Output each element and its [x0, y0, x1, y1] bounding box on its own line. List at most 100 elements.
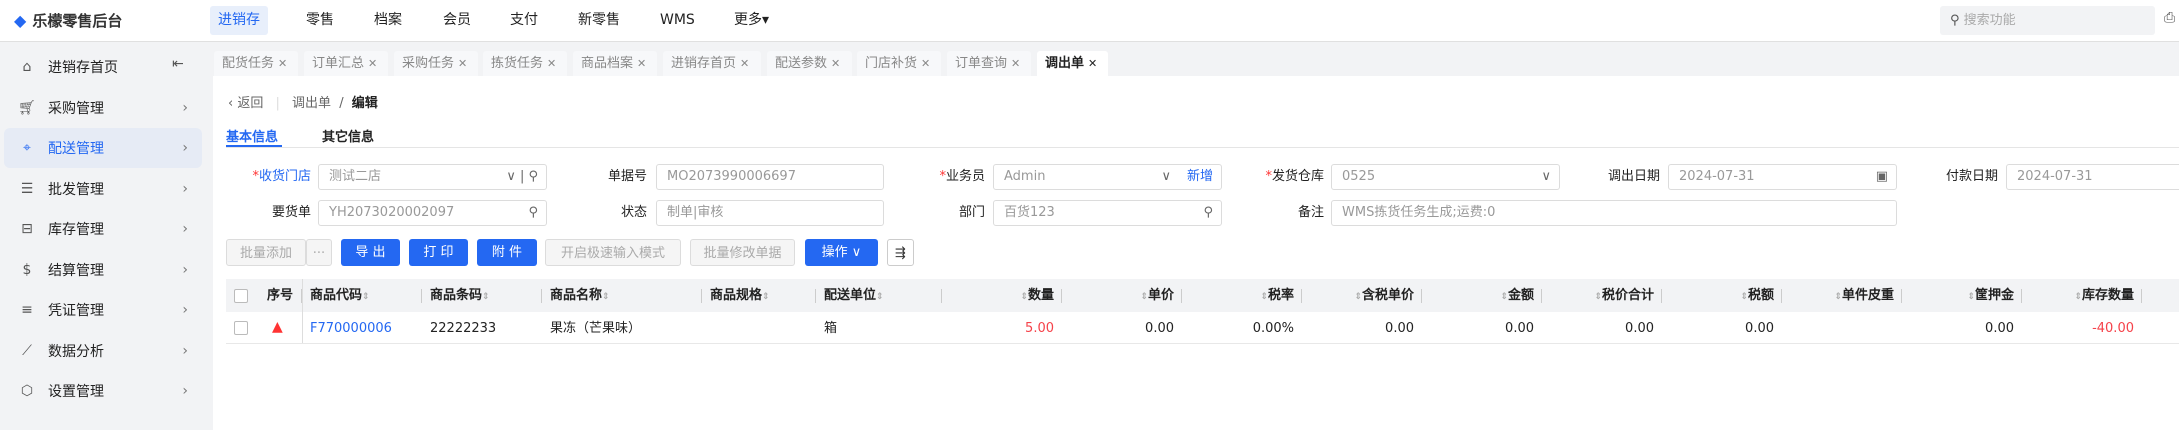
- column-header[interactable]: 配送单位⇕: [816, 280, 942, 311]
- subtab-other-info[interactable]: 其它信息: [322, 126, 374, 145]
- topnav-item[interactable]: 档案: [366, 6, 410, 35]
- close-icon[interactable]: ✕: [1011, 57, 1020, 70]
- close-icon[interactable]: ✕: [547, 57, 556, 70]
- column-header[interactable]: 商品条码⇕: [422, 280, 542, 311]
- close-icon[interactable]: ✕: [637, 57, 646, 70]
- topnav-item[interactable]: WMS: [652, 6, 703, 35]
- sidebar-item[interactable]: ☰ 批发管理 ›: [4, 169, 202, 209]
- close-icon[interactable]: ✕: [458, 57, 467, 70]
- close-icon[interactable]: ✕: [278, 57, 287, 70]
- topnav-item[interactable]: 会员: [435, 6, 479, 35]
- topnav-item[interactable]: 新零售: [570, 6, 628, 35]
- status-input[interactable]: 制单|审核: [656, 200, 884, 226]
- req_order-input[interactable]: YH2073020002097 ⚲: [318, 200, 547, 226]
- tab[interactable]: 拣货任务 ✕: [483, 51, 567, 76]
- column-header[interactable]: 商品代码⇕: [302, 280, 422, 311]
- close-icon[interactable]: ✕: [740, 57, 749, 70]
- batch-edit-button[interactable]: 批量修改单据: [690, 239, 795, 266]
- sort-icon[interactable]: ⇕: [1354, 292, 1362, 302]
- sort-icon[interactable]: ⇕: [876, 292, 884, 302]
- subtab-basic-info[interactable]: 基本信息: [226, 126, 278, 145]
- column-header[interactable]: ⇕金额: [1422, 280, 1542, 311]
- sidebar-item[interactable]: ≡ 凭证管理 ›: [4, 290, 202, 330]
- doc_no-input[interactable]: MO2073990006697: [656, 164, 884, 190]
- tab[interactable]: 进销存首页 ✕: [663, 51, 761, 76]
- sidebar-item[interactable]: ⬡ 设置管理 ›: [4, 371, 202, 411]
- print-button[interactable]: 打 印: [409, 239, 468, 266]
- column-header[interactable]: 序号: [258, 280, 302, 311]
- column-resizer[interactable]: [2141, 289, 2142, 303]
- chevron-down-icon[interactable]: ∨: [1161, 165, 1171, 189]
- sidebar-item[interactable]: ⌖ 配送管理 ›: [4, 128, 202, 168]
- tab[interactable]: 调出单 ✕: [1037, 51, 1108, 76]
- search-icon[interactable]: ∨ | ⚲: [506, 165, 538, 189]
- warning-icon[interactable]: ▲: [272, 319, 283, 335]
- row-checkbox[interactable]: [234, 321, 248, 335]
- sidebar-item[interactable]: ⌂ 进销存首页: [4, 47, 202, 87]
- column-header[interactable]: ⇕库存数量: [2022, 280, 2142, 311]
- close-icon[interactable]: ✕: [1088, 57, 1097, 70]
- app-logo[interactable]: ◆ 乐檬零售后台: [14, 10, 122, 31]
- tab[interactable]: 配送参数 ✕: [767, 51, 852, 76]
- sort-icon[interactable]: ⇕: [1967, 292, 1975, 302]
- column-header[interactable]: ⇕税价合计: [1542, 280, 1662, 311]
- search-icon[interactable]: ⚲: [1203, 201, 1213, 225]
- tab[interactable]: 配货任务 ✕: [214, 51, 298, 76]
- export-button[interactable]: 导 出: [341, 239, 400, 266]
- select-all-checkbox[interactable]: [234, 289, 248, 303]
- batch-add-button[interactable]: 批量添加: [226, 239, 306, 266]
- column-header[interactable]: ⇕筐押金: [1902, 280, 2022, 311]
- column-header[interactable]: ⇕单件皮重: [1782, 280, 1902, 311]
- sidebar-item[interactable]: ⊟ 库存管理 ›: [4, 209, 202, 249]
- more-button[interactable]: ···: [306, 239, 332, 266]
- sidebar-item[interactable]: $ 结算管理 ›: [4, 250, 202, 290]
- fast-input-button[interactable]: 开启极速输入模式: [545, 239, 681, 266]
- column-header[interactable]: ⇕数量: [942, 280, 1062, 311]
- sidebar-item[interactable]: 🛒︎ 采购管理 ›: [4, 88, 202, 128]
- calendar-icon[interactable]: ▣: [1876, 165, 1888, 189]
- table-cell[interactable]: F770000006: [302, 313, 422, 344]
- sort-icon[interactable]: ⇕: [1500, 292, 1508, 302]
- print-icon[interactable]: ⎙: [2164, 10, 2175, 26]
- back-link[interactable]: ‹ 返回: [228, 96, 263, 111]
- remark-input[interactable]: WMS拣货任务生成;运费:0: [1331, 200, 1897, 226]
- tab[interactable]: 订单查询 ✕: [947, 51, 1031, 76]
- column-header[interactable]: ⇕单价: [1062, 280, 1182, 311]
- close-icon[interactable]: ✕: [368, 57, 377, 70]
- tab[interactable]: 采购任务 ✕: [394, 51, 478, 76]
- topnav-item[interactable]: 更多▾: [726, 6, 777, 35]
- pay_date-input[interactable]: 2024-07-31: [2006, 164, 2179, 190]
- attach-button[interactable]: 附 件: [477, 239, 537, 266]
- column-settings-icon[interactable]: ⇶: [887, 239, 914, 266]
- tab[interactable]: 订单汇总 ✕: [304, 51, 388, 76]
- tab[interactable]: 商品档案 ✕: [573, 51, 657, 76]
- column-header[interactable]: 商品规格⇕: [702, 280, 816, 311]
- chevron-down-icon[interactable]: ∨: [1541, 165, 1551, 189]
- breadcrumb-parent[interactable]: 调出单: [292, 96, 331, 111]
- topnav-item[interactable]: 零售: [298, 6, 342, 35]
- close-icon[interactable]: ✕: [831, 57, 840, 70]
- tab[interactable]: 门店补货 ✕: [857, 51, 941, 76]
- topnav-item[interactable]: 进销存: [210, 6, 268, 35]
- sort-icon[interactable]: ⇕: [1594, 292, 1602, 302]
- column-header[interactable]: 商品名称⇕: [542, 280, 702, 311]
- sort-icon[interactable]: ⇕: [1740, 292, 1748, 302]
- sort-icon[interactable]: ⇕: [1260, 292, 1268, 302]
- sort-icon[interactable]: ⇕: [1834, 292, 1842, 302]
- search-input[interactable]: ⚲ 搜索功能: [1940, 6, 2155, 35]
- topnav-item[interactable]: 支付: [502, 6, 546, 35]
- sort-icon[interactable]: ⇕: [1020, 292, 1028, 302]
- column-header[interactable]: ⇕税率: [1182, 280, 1302, 311]
- sidebar-item[interactable]: ⟋ 数据分析 ›: [4, 331, 202, 371]
- warehouse-input[interactable]: 0525 ∨: [1331, 164, 1560, 190]
- out_date-input[interactable]: 2024-07-31 ▣: [1668, 164, 1897, 190]
- ops-button[interactable]: 操作 ∨: [805, 239, 878, 266]
- add-salesman-button[interactable]: 新增: [1187, 165, 1213, 189]
- column-header[interactable]: ⇕税额: [1662, 280, 1782, 311]
- salesman-input[interactable]: Admin 新增 ∨: [993, 164, 1222, 190]
- search-icon[interactable]: ⚲: [528, 201, 538, 225]
- close-icon[interactable]: ✕: [921, 57, 930, 70]
- column-header[interactable]: ⇕含税单价: [1302, 280, 1422, 311]
- sort-icon[interactable]: ⇕: [482, 292, 490, 302]
- sort-icon[interactable]: ⇕: [1140, 292, 1148, 302]
